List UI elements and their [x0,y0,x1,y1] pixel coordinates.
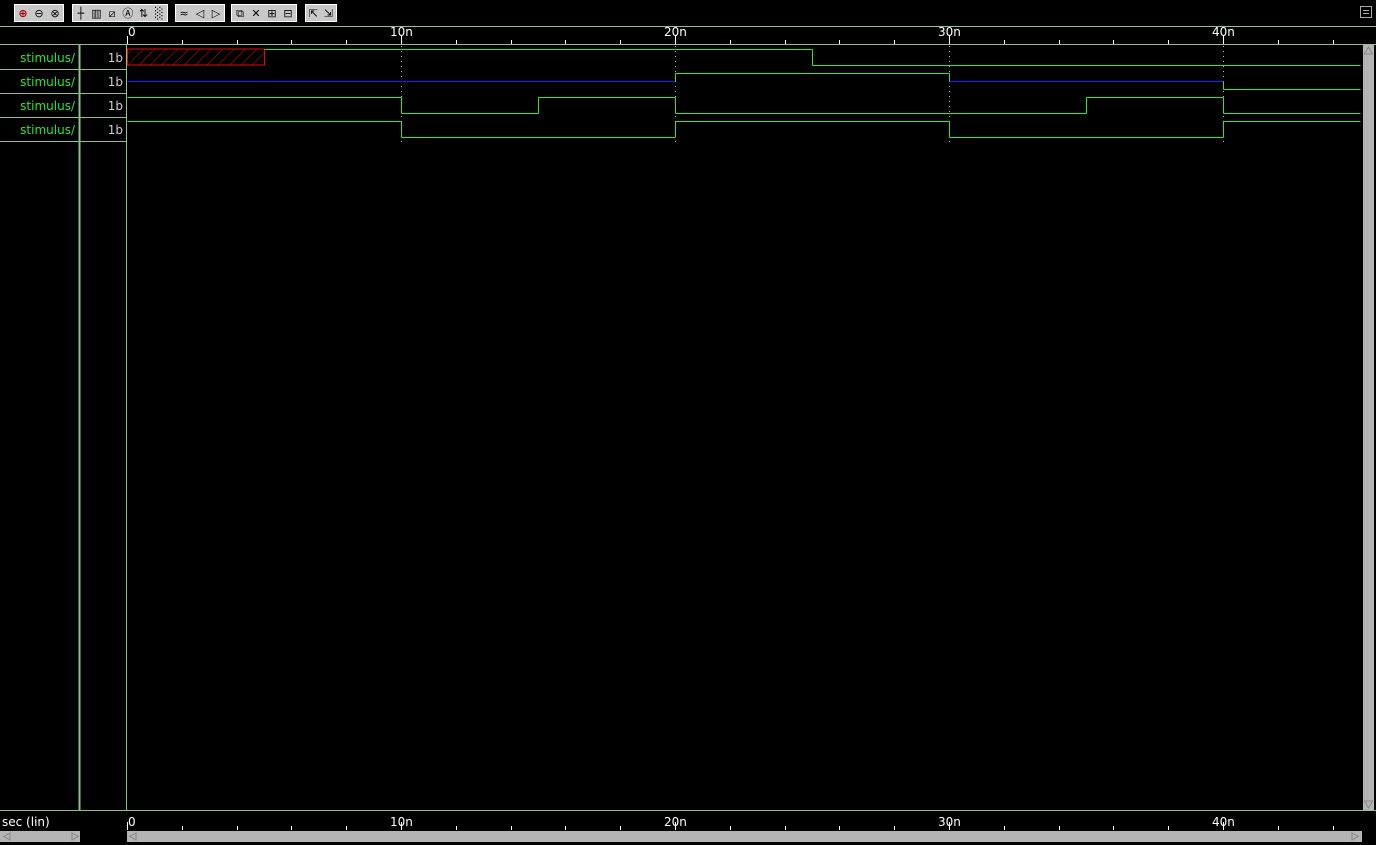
bottom-ruler-label-3: 30n [938,815,961,829]
bottom-ruler-label-2: 20n [664,815,687,829]
bottom-ruler-label-1: 10n [390,815,413,829]
names-horizontal-scrollbar[interactable] [0,831,80,842]
signal-width-3: 1b [107,123,123,137]
top-ruler-label-4: 40n [1212,25,1235,39]
signal-name-0[interactable]: stimulus/ [0,47,77,69]
top-time-ruler [127,36,1334,44]
bottom-time-ruler [127,822,1334,830]
signal-width-2: 1b [107,99,123,113]
top-ruler-label-3: 30n [938,25,961,39]
vertical-scrollbar[interactable] [1363,45,1374,810]
top-ruler-label-2: 20n [664,25,687,39]
top-ruler-label-0: 0 [128,25,136,39]
signal-width-1: 1b [107,75,123,89]
signal-name-2[interactable]: stimulus/ [0,95,77,117]
unknown-state-segment [127,48,265,66]
signal-name-3[interactable]: stimulus/ [0,119,77,141]
signal-name-1[interactable]: stimulus/ [0,71,77,93]
bottom-ruler-label-4: 40n [1212,815,1235,829]
waveform-traces [127,48,1361,138]
signal-width-0: 1b [107,51,123,65]
bottom-ruler-label-0: 0 [128,815,136,829]
wave-horizontal-scrollbar[interactable] [127,831,1362,842]
top-ruler-label-1: 10n [390,25,413,39]
waveform-viewer [0,26,1376,842]
time-axis-unit-label: sec (lin) [2,815,50,829]
